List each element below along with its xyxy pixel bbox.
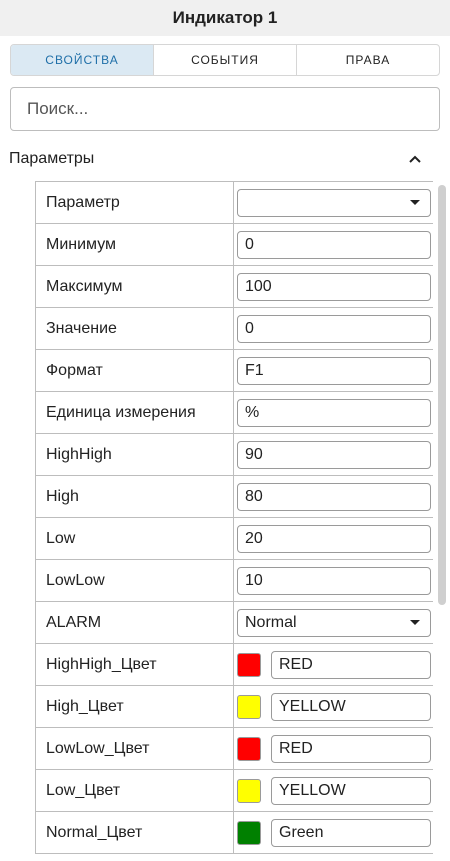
caret-down-icon <box>410 200 420 205</box>
highhigh-input[interactable]: 90 <box>237 440 431 469</box>
unit-input[interactable]: % <box>237 398 431 427</box>
color-swatch[interactable] <box>237 694 261 719</box>
label-minimum: Минимум <box>36 224 234 265</box>
row-normal-color: Normal_Цвет Green <box>36 812 433 854</box>
row-parameter: Параметр <box>36 182 433 224</box>
label-highhigh: HighHigh <box>36 434 234 475</box>
label-format: Формат <box>36 350 234 391</box>
high-color-input[interactable]: YELLOW <box>271 692 431 721</box>
scrollbar-thumb[interactable] <box>438 185 446 605</box>
tab-events[interactable]: СОБЫТИЯ <box>154 45 297 75</box>
row-high-color: High_Цвет YELLOW <box>36 686 433 728</box>
row-highhigh-color: HighHigh_Цвет RED <box>36 644 433 686</box>
lowlow-input[interactable]: 10 <box>237 566 431 595</box>
minimum-input[interactable]: 0 <box>237 230 431 259</box>
section-title: Параметры <box>9 150 95 167</box>
row-low-color: Low_Цвет YELLOW <box>36 770 433 812</box>
label-high-color: High_Цвет <box>36 686 234 727</box>
low-input[interactable]: 20 <box>237 524 431 553</box>
panel-title: Индикатор 1 <box>0 0 450 36</box>
alarm-select[interactable]: Normal <box>237 608 431 637</box>
tab-properties[interactable]: СВОЙСТВА <box>11 45 154 75</box>
row-unit: Единица измерения % <box>36 392 433 434</box>
label-alarm: ALARM <box>36 602 234 643</box>
label-parameter: Параметр <box>36 182 234 223</box>
section-header-parameters[interactable]: Параметры <box>0 146 450 172</box>
label-maximum: Максимум <box>36 266 234 307</box>
search-input[interactable] <box>10 87 440 131</box>
color-swatch[interactable] <box>237 736 261 761</box>
row-maximum: Максимум 100 <box>36 266 433 308</box>
tab-bar: СВОЙСТВА СОБЫТИЯ ПРАВА <box>10 44 440 76</box>
label-high: High <box>36 476 234 517</box>
label-highhigh-color: HighHigh_Цвет <box>36 644 234 685</box>
row-low: Low 20 <box>36 518 433 560</box>
scrollbar[interactable] <box>436 181 448 861</box>
label-low: Low <box>36 518 234 559</box>
row-minimum: Минимум 0 <box>36 224 433 266</box>
label-normal-color: Normal_Цвет <box>36 812 234 853</box>
alarm-select-value: Normal <box>245 613 297 631</box>
caret-down-icon <box>410 620 420 625</box>
high-input[interactable]: 80 <box>237 482 431 511</box>
property-grid: Параметр Минимум 0 Максимум 100 Значение… <box>35 181 433 854</box>
color-swatch[interactable] <box>237 652 261 677</box>
normal-color-input[interactable]: Green <box>271 818 431 847</box>
row-high: High 80 <box>36 476 433 518</box>
chevron-up-icon[interactable] <box>408 152 422 166</box>
value-input[interactable]: 0 <box>237 314 431 343</box>
row-lowlow-color: LowLow_Цвет RED <box>36 728 433 770</box>
row-lowlow: LowLow 10 <box>36 560 433 602</box>
row-value: Значение 0 <box>36 308 433 350</box>
label-unit: Единица измерения <box>36 392 234 433</box>
row-format: Формат F1 <box>36 350 433 392</box>
format-input[interactable]: F1 <box>237 356 431 385</box>
low-color-input[interactable]: YELLOW <box>271 776 431 805</box>
color-swatch[interactable] <box>237 778 261 803</box>
row-alarm: ALARM Normal <box>36 602 433 644</box>
color-swatch[interactable] <box>237 820 261 845</box>
label-low-color: Low_Цвет <box>36 770 234 811</box>
label-value: Значение <box>36 308 234 349</box>
maximum-input[interactable]: 100 <box>237 272 431 301</box>
highhigh-color-input[interactable]: RED <box>271 650 431 679</box>
lowlow-color-input[interactable]: RED <box>271 734 431 763</box>
label-lowlow-color: LowLow_Цвет <box>36 728 234 769</box>
tab-permissions[interactable]: ПРАВА <box>297 45 439 75</box>
row-highhigh: HighHigh 90 <box>36 434 433 476</box>
label-lowlow: LowLow <box>36 560 234 601</box>
parameter-select[interactable] <box>237 188 431 217</box>
